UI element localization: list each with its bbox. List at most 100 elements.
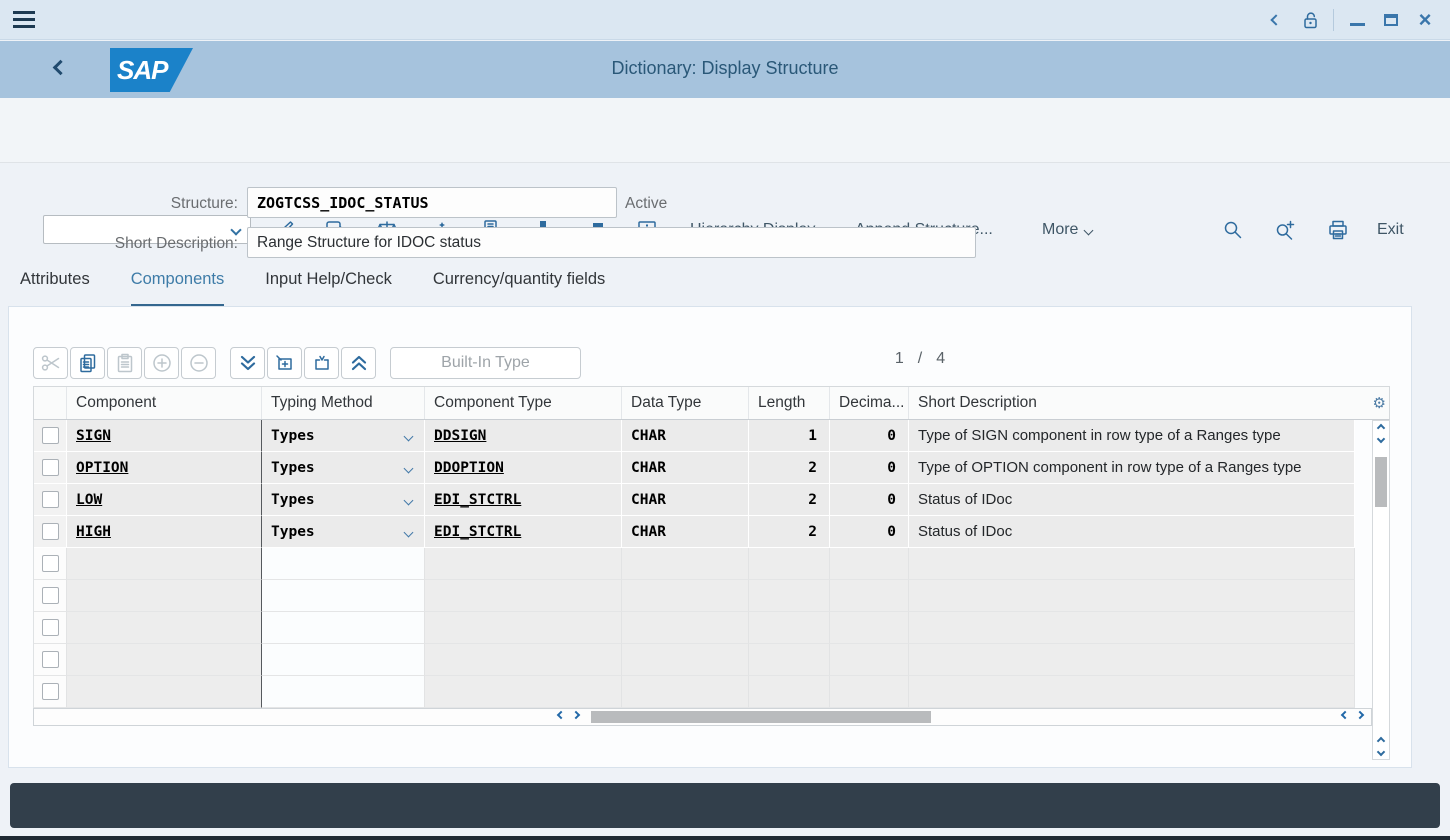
component-cell[interactable]: OPTION bbox=[76, 460, 128, 476]
column-header-component[interactable]: Component bbox=[67, 387, 262, 419]
close-icon[interactable]: × bbox=[1408, 0, 1442, 40]
table-header-row: Component Typing Method Component Type D… bbox=[33, 386, 1390, 420]
short-description-label: Short Description: bbox=[78, 235, 238, 253]
unlock-icon[interactable] bbox=[1293, 0, 1327, 40]
column-header-decimals[interactable]: Decima... bbox=[830, 387, 909, 419]
chevron-down-icon[interactable] bbox=[405, 491, 412, 509]
insert-row-button[interactable] bbox=[144, 347, 179, 379]
status-bar bbox=[10, 783, 1440, 828]
structure-label: Structure: bbox=[78, 195, 238, 213]
column-header-length[interactable]: Length bbox=[749, 387, 830, 419]
typing-method-cell[interactable]: Types bbox=[262, 484, 425, 516]
column-header-data-type[interactable]: Data Type bbox=[622, 387, 749, 419]
scroll-left-icon[interactable] bbox=[557, 711, 565, 719]
vertical-scroll-thumb[interactable] bbox=[1375, 457, 1387, 507]
component-type-cell[interactable]: EDI_STCTRL bbox=[434, 524, 521, 540]
minimize-icon[interactable] bbox=[1340, 0, 1374, 40]
length-cell: 2 bbox=[808, 460, 817, 476]
chevron-down-icon bbox=[1084, 225, 1094, 235]
move-down-button[interactable] bbox=[230, 347, 265, 379]
tab-attributes[interactable]: Attributes bbox=[20, 270, 90, 307]
component-type-cell[interactable]: DDOPTION bbox=[434, 460, 504, 476]
row-checkbox[interactable] bbox=[42, 427, 59, 444]
chevron-down-icon[interactable] bbox=[405, 523, 412, 541]
short-description-cell: Status of IDoc bbox=[918, 491, 1012, 508]
row-checkbox[interactable] bbox=[42, 587, 59, 604]
scroll-up-icon[interactable] bbox=[1377, 737, 1385, 745]
pagination-separator: / bbox=[911, 350, 929, 367]
row-checkbox[interactable] bbox=[42, 459, 59, 476]
scroll-down-icon[interactable] bbox=[1377, 748, 1385, 756]
row-checkbox[interactable] bbox=[42, 491, 59, 508]
short-description-cell: Type of SIGN component in row type of a … bbox=[918, 427, 1281, 444]
table-row: SIGN Types DDSIGN CHAR 1 0 Type of SIGN … bbox=[34, 420, 1372, 452]
hamburger-menu-icon[interactable] bbox=[13, 11, 35, 28]
window-bottom-edge bbox=[0, 836, 1450, 840]
column-header-typing-method[interactable]: Typing Method bbox=[262, 387, 425, 419]
typing-method-cell[interactable]: Types bbox=[262, 516, 425, 548]
maximize-icon[interactable] bbox=[1374, 0, 1408, 40]
main-toolbar: Hierarchy Display Append Structure... Mo… bbox=[0, 98, 1450, 163]
typing-method-cell[interactable]: Types bbox=[262, 420, 425, 452]
tab-currency-quantity-fields[interactable]: Currency/quantity fields bbox=[433, 270, 605, 307]
search-plus-icon[interactable] bbox=[1273, 218, 1297, 242]
tab-strip: Attributes Components Input Help/Check C… bbox=[20, 270, 605, 307]
search-icon[interactable] bbox=[1221, 218, 1245, 242]
data-type-cell: CHAR bbox=[631, 428, 666, 444]
row-checkbox[interactable] bbox=[42, 523, 59, 540]
chevron-down-icon[interactable] bbox=[230, 224, 241, 235]
horizontal-scrollbar[interactable] bbox=[33, 708, 1372, 726]
exit-button[interactable]: Exit bbox=[1377, 218, 1404, 242]
move-up-button[interactable] bbox=[341, 347, 376, 379]
row-checkbox[interactable] bbox=[42, 683, 59, 700]
typing-method-cell[interactable]: Types bbox=[262, 452, 425, 484]
table-settings-gear-icon[interactable]: ⚙ bbox=[1373, 394, 1386, 412]
more-button[interactable]: More bbox=[1042, 218, 1092, 242]
delete-line-button[interactable] bbox=[304, 347, 339, 379]
app-header: SAP Dictionary: Display Structure bbox=[0, 41, 1450, 98]
component-cell[interactable]: HIGH bbox=[76, 524, 111, 540]
component-cell[interactable]: LOW bbox=[76, 492, 102, 508]
chevron-down-icon[interactable] bbox=[405, 427, 412, 445]
row-checkbox[interactable] bbox=[42, 555, 59, 572]
scroll-left-icon[interactable] bbox=[1341, 711, 1349, 719]
column-header-component-type[interactable]: Component Type bbox=[425, 387, 622, 419]
structure-field[interactable]: ZOGTCSS_IDOC_STATUS bbox=[247, 187, 617, 218]
scroll-right-icon[interactable] bbox=[572, 711, 580, 719]
select-all-cell[interactable] bbox=[34, 387, 67, 419]
table-row-empty bbox=[34, 548, 1372, 580]
insert-line-button[interactable] bbox=[267, 347, 302, 379]
delete-row-button[interactable] bbox=[181, 347, 216, 379]
built-in-type-button[interactable]: Built-In Type bbox=[390, 347, 581, 379]
tab-input-help-check[interactable]: Input Help/Check bbox=[265, 270, 392, 307]
row-checkbox[interactable] bbox=[42, 619, 59, 636]
table-row: LOW Types EDI_STCTRL CHAR 2 0 Status of … bbox=[34, 484, 1372, 516]
back-nav-icon[interactable] bbox=[1259, 0, 1293, 40]
scroll-down-icon[interactable] bbox=[1377, 435, 1385, 443]
paste-button[interactable] bbox=[107, 347, 142, 379]
print-icon[interactable] bbox=[1326, 218, 1350, 242]
pagination-current: 1 bbox=[888, 350, 911, 367]
chevron-down-icon[interactable] bbox=[405, 459, 412, 477]
short-description-field[interactable]: Range Structure for IDOC status bbox=[247, 227, 976, 258]
component-type-cell[interactable]: DDSIGN bbox=[434, 428, 486, 444]
copy-button[interactable] bbox=[70, 347, 105, 379]
scroll-right-icon[interactable] bbox=[1356, 711, 1364, 719]
pagination: 1/4 bbox=[855, 350, 985, 368]
length-cell: 1 bbox=[808, 428, 817, 444]
tab-components[interactable]: Components bbox=[131, 270, 225, 307]
column-header-short-description[interactable]: Short Description bbox=[909, 387, 1373, 419]
components-table: Component Typing Method Component Type D… bbox=[33, 386, 1390, 708]
component-type-cell[interactable]: EDI_STCTRL bbox=[434, 492, 521, 508]
short-description-cell: Status of IDoc bbox=[918, 523, 1012, 540]
decimals-cell: 0 bbox=[887, 492, 896, 508]
decimals-cell: 0 bbox=[887, 428, 896, 444]
scroll-up-icon[interactable] bbox=[1377, 424, 1385, 432]
row-checkbox[interactable] bbox=[42, 651, 59, 668]
vertical-scrollbar[interactable] bbox=[1372, 420, 1390, 760]
table-toolbar: Built-In Type bbox=[33, 346, 583, 379]
table-row-empty bbox=[34, 644, 1372, 676]
cut-button[interactable] bbox=[33, 347, 68, 379]
horizontal-scroll-thumb[interactable] bbox=[591, 711, 931, 723]
component-cell[interactable]: SIGN bbox=[76, 428, 111, 444]
